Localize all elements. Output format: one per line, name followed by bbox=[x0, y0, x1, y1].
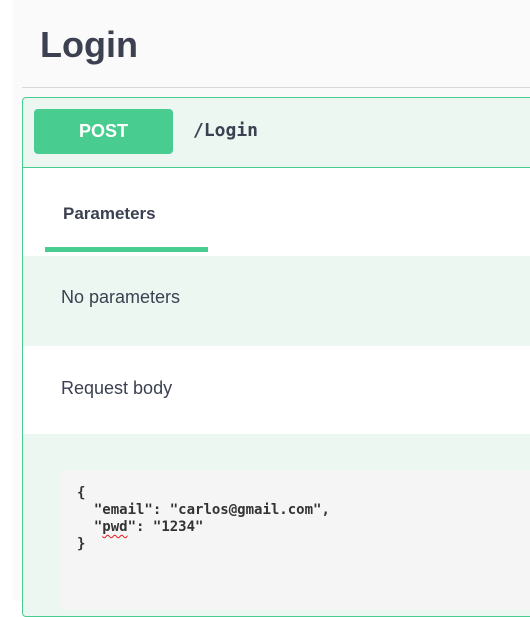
json-value-email: "carlos@gmail.com", bbox=[169, 502, 330, 518]
active-tab-indicator bbox=[45, 247, 208, 252]
operation-summary[interactable]: POST /Login bbox=[23, 98, 530, 168]
json-separator: : bbox=[152, 502, 170, 518]
json-value-pwd: "1234" bbox=[152, 519, 204, 535]
json-open-brace: { bbox=[77, 485, 86, 501]
json-quote: " bbox=[127, 519, 137, 535]
json-close-brace: } bbox=[77, 536, 86, 552]
json-key-pwd-misspelled: pwd bbox=[102, 519, 128, 535]
no-parameters-text: No parameters bbox=[61, 287, 181, 307]
json-key-email: "email" bbox=[93, 502, 153, 518]
request-body-json[interactable]: { "email": "carlos@gmail.com", "pwd": "1… bbox=[77, 485, 330, 553]
request-body-editor[interactable]: { "email": "carlos@gmail.com", "pwd": "1… bbox=[60, 470, 530, 610]
operation-block-post: POST /Login Parameters No parameters Req… bbox=[22, 97, 530, 617]
endpoint-path: /Login bbox=[193, 120, 259, 141]
swagger-page: Login POST /Login Parameters No paramete… bbox=[0, 0, 530, 617]
tab-parameters[interactable]: Parameters bbox=[63, 204, 156, 224]
http-method-badge: POST bbox=[34, 109, 173, 154]
tag-title: Login bbox=[40, 24, 138, 65]
json-separator: : bbox=[136, 519, 153, 535]
parameters-tab-bar: Parameters bbox=[23, 168, 530, 256]
tag-section-header[interactable]: Login bbox=[22, 10, 530, 88]
request-body-label: Request body bbox=[61, 378, 173, 398]
request-body-header: Request body bbox=[23, 346, 530, 434]
